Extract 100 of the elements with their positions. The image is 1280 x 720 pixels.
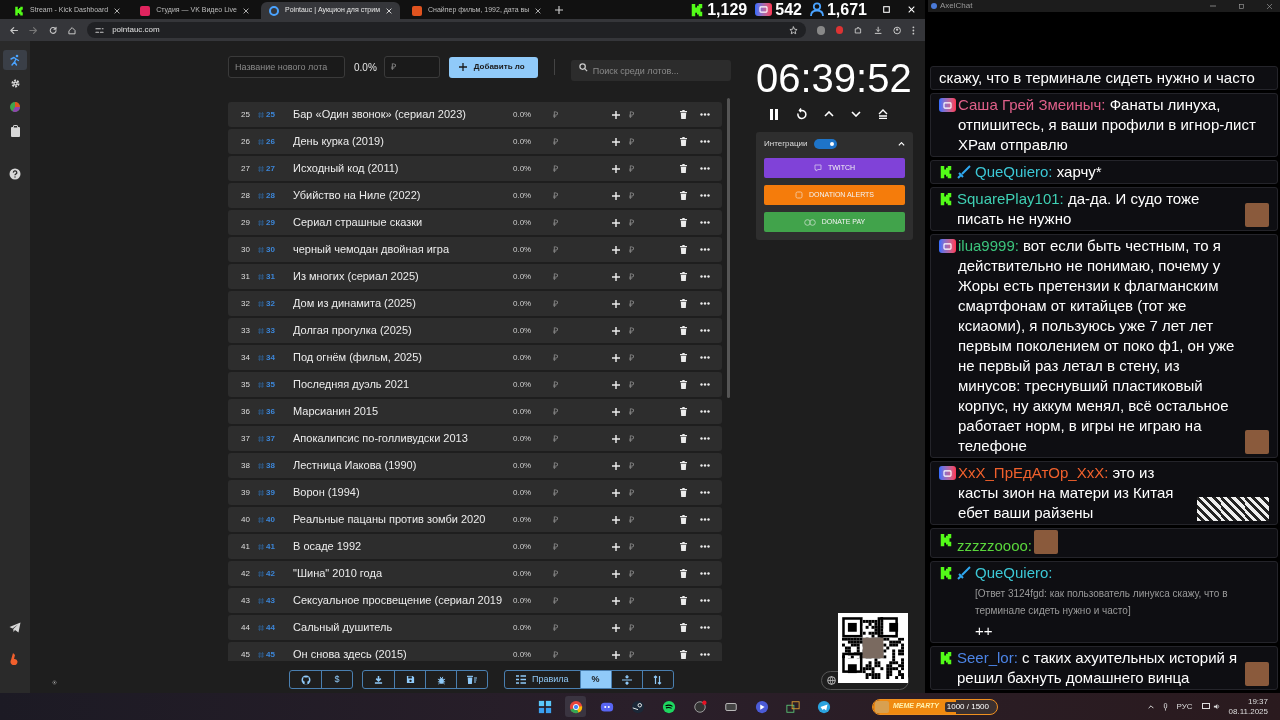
more-options-icon	[700, 356, 710, 359]
stat-count: 1,129	[707, 1, 748, 18]
reset-button[interactable]	[796, 108, 807, 120]
lot-amount-field[interactable]: ₽	[553, 348, 609, 367]
eject-button[interactable]	[878, 109, 888, 119]
lot-amount-field[interactable]: ₽	[553, 375, 609, 394]
add-amount-field[interactable]: ₽	[629, 348, 675, 367]
add-amount-field[interactable]: ₽	[629, 564, 675, 583]
trash-icon	[679, 569, 687, 578]
scrollbar[interactable]	[727, 98, 730, 398]
lot-amount-field[interactable]: ₽	[553, 159, 609, 178]
address-field[interactable]: pointauc.com	[87, 22, 806, 38]
telegram-icon	[9, 621, 21, 633]
lot-id: 31	[266, 270, 275, 283]
pie-chart-icon	[9, 101, 21, 113]
pause-button[interactable]	[769, 108, 779, 120]
lot-percent: 0.0%	[513, 162, 533, 175]
message-text: ilua9999: вот если быть честным, то я действительно не понимаю, почему у Жоры есть претензии к флагманским смартфонам от китайцев (тот же ксиаоми), я пользуюсь уже 7 лет лет первым поколением от поко ф1, он уже не первый раз летал в стену, из минусов: треснувший пластиковый корпус, ну аккум менял, всё остальное работает норм, в игры не играю на телефоне	[958, 237, 1235, 454]
add-amount-field[interactable]: ₽	[629, 537, 675, 556]
hash-icon	[258, 543, 264, 550]
add-amount-field[interactable]: ₽	[629, 213, 675, 232]
lot-amount-field[interactable]: ₽	[553, 510, 609, 529]
add-amount-field[interactable]: ₽	[629, 429, 675, 448]
lot-percent: 0.0%	[513, 513, 533, 526]
lot-amount-field[interactable]: ₽	[553, 402, 609, 421]
toggle-switch[interactable]	[813, 139, 837, 149]
toolbar-button[interactable]: Правила	[505, 671, 580, 688]
lot-title: Исходный код (2011)	[293, 161, 400, 177]
add-amount-field[interactable]: ₽	[629, 159, 675, 178]
add-amount-field[interactable]: ₽	[629, 618, 675, 637]
lot-amount-field[interactable]: ₽	[553, 132, 609, 151]
pause-icon	[769, 108, 779, 120]
increase-button[interactable]	[824, 111, 834, 117]
lot-number: 37	[241, 432, 251, 445]
add-amount-field[interactable]: ₽	[629, 186, 675, 205]
lot-amount-field[interactable]: ₽	[553, 645, 609, 661]
language-indicator[interactable]: РУС	[1176, 700, 1193, 713]
more-options-icon	[700, 140, 710, 143]
lot-amount-field[interactable]: ₽	[553, 618, 609, 637]
lot-amount-field[interactable]: ₽	[553, 591, 609, 610]
plus-icon	[612, 596, 620, 605]
lot-amount-field[interactable]: ₽	[553, 564, 609, 583]
lot-number: 34	[241, 351, 251, 364]
decrease-button[interactable]	[851, 111, 861, 117]
add-amount-field[interactable]: ₽	[629, 267, 675, 286]
plus-icon	[612, 380, 620, 389]
toolbar-button[interactable]: %	[579, 671, 611, 688]
sidebar-item[interactable]	[3, 50, 27, 70]
infinity-icon	[803, 218, 816, 226]
qr-code	[842, 617, 904, 679]
trash-icon	[679, 326, 687, 335]
spotify-icon	[661, 699, 676, 714]
add-amount-field[interactable]: ₽	[629, 645, 675, 661]
add-amount-field[interactable]: ₽	[629, 240, 675, 259]
lot-amount-field[interactable]: ₽	[553, 321, 609, 340]
lot-percent: 0.0%	[513, 621, 533, 634]
lot-name-field[interactable]: Название нового лота	[228, 56, 345, 78]
collapse-button[interactable]	[898, 142, 905, 146]
lot-title: Ворон (1994)	[293, 485, 361, 501]
lot-amount-field[interactable]: ₽	[553, 240, 609, 259]
add-amount-field[interactable]: ₽	[629, 510, 675, 529]
github-icon	[300, 674, 311, 685]
lot-title: Лестница Иакова (1990)	[293, 458, 418, 474]
lot-number: 41	[241, 540, 251, 553]
toolbar-button[interactable]: $	[321, 671, 352, 688]
add-amount-field[interactable]: ₽	[629, 456, 675, 475]
add-amount-field[interactable]: ₽	[629, 375, 675, 394]
lot-number: 42	[241, 567, 251, 580]
lot-amount-field[interactable]: ₽	[553, 213, 609, 232]
lot-amount-field[interactable]: ₽	[553, 294, 609, 313]
add-amount-field[interactable]: ₽	[629, 105, 675, 124]
search-field[interactable]: Поиск среди лотов...	[570, 60, 731, 81]
lot-title: Дом из динамита (2025)	[293, 296, 417, 312]
integrations-label: Интеграции	[764, 138, 808, 150]
add-amount-field[interactable]: ₽	[629, 321, 675, 340]
lot-amount-field[interactable]: ₽	[553, 483, 609, 502]
lot-number: 33	[241, 324, 251, 337]
forward-icon	[29, 25, 38, 35]
runner-icon	[9, 54, 21, 66]
lot-amount-field[interactable]: ₽	[553, 186, 609, 205]
lot-amount-field[interactable]: ₽	[553, 105, 609, 124]
message-text: Seer_lor: с таких ахуительных историй я решил бахнуть домашнего винца	[957, 649, 1238, 686]
lot-id: 34	[266, 351, 275, 364]
site-info-icon	[95, 25, 105, 35]
extension-icon[interactable]	[836, 26, 844, 34]
lot-amount-field[interactable]: ₽	[553, 267, 609, 286]
lot-amount-field[interactable]: ₽	[553, 429, 609, 448]
person-icon	[809, 2, 824, 17]
lot-amount-field[interactable]: ₽	[553, 456, 609, 475]
add-amount-field[interactable]: ₽	[629, 483, 675, 502]
add-amount-field[interactable]: ₽	[629, 132, 675, 151]
chrome-icon	[568, 699, 583, 714]
lot-amount-field[interactable]: ₽	[553, 537, 609, 556]
add-amount-field[interactable]: ₽	[629, 402, 675, 421]
amount-field[interactable]: ₽	[383, 56, 440, 78]
lot-id: 32	[266, 297, 275, 310]
reload-icon	[48, 25, 57, 35]
add-amount-field[interactable]: ₽	[629, 591, 675, 610]
add-lot-button[interactable]: Добавить ло	[448, 56, 538, 78]
add-amount-field[interactable]: ₽	[629, 294, 675, 313]
